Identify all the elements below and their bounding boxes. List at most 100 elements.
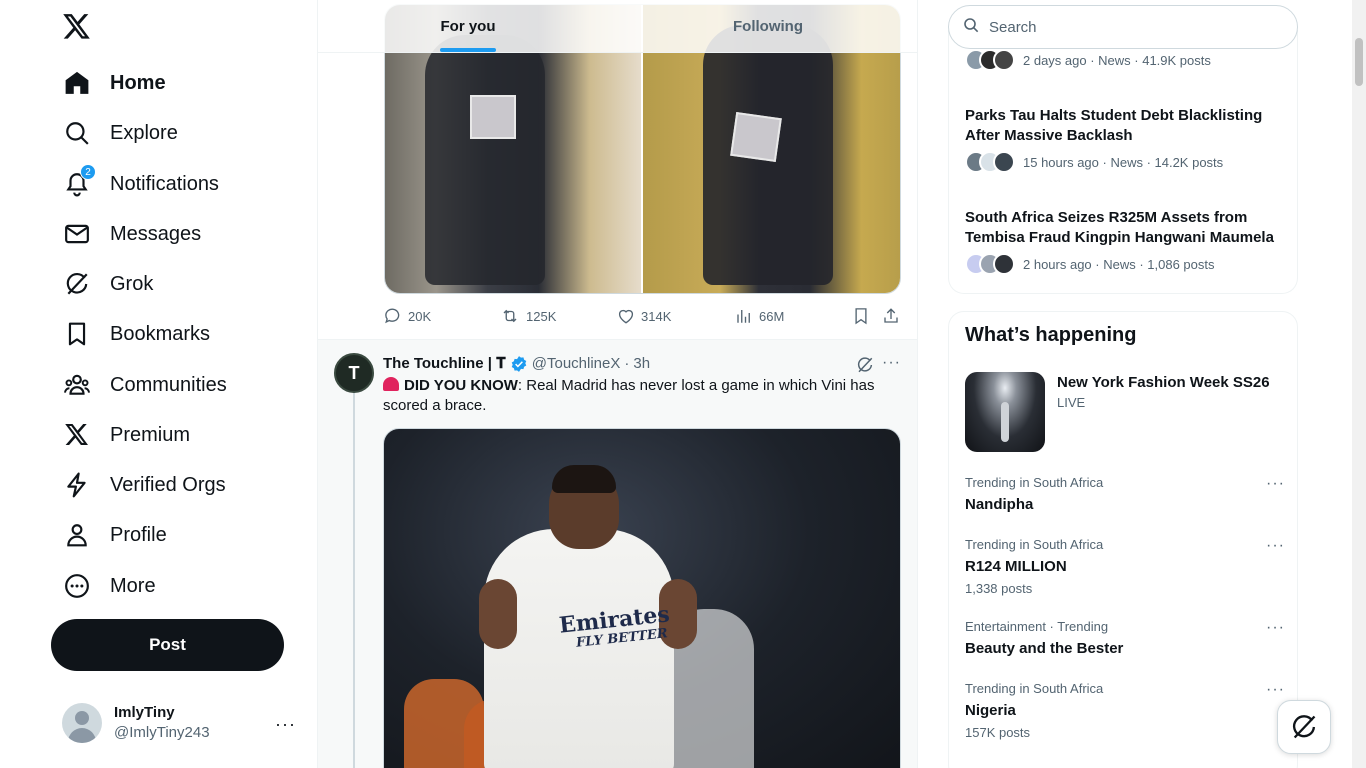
bookmark-icon: [855, 308, 867, 325]
author-name[interactable]: The Touchline | 𝐓: [383, 354, 506, 374]
event-item[interactable]: New York Fashion Week SS26 LIVE: [965, 372, 1285, 452]
more-horizontal-icon[interactable]: ···: [1266, 537, 1285, 555]
trend-posts: 157K posts: [965, 725, 1031, 740]
section-title: What’s happening: [965, 324, 1137, 346]
envelope-icon: [64, 221, 90, 247]
search-bar[interactable]: [948, 5, 1298, 49]
trend-name: Beauty and the Bester: [965, 640, 1124, 657]
avatar: [993, 151, 1015, 173]
person-icon: [64, 522, 90, 548]
more-horizontal-icon[interactable]: ···: [1266, 475, 1285, 493]
event-image: [965, 372, 1045, 452]
news-card: 2 days ago · News · 41.9K posts Parks Ta…: [948, 30, 1298, 294]
avatar: [993, 253, 1015, 275]
nav-verified-orgs[interactable]: Verified Orgs: [52, 463, 238, 507]
avatar[interactable]: T: [334, 353, 374, 393]
news-meta-text: 2 days ago · News · 41.9K posts: [1023, 52, 1211, 68]
photo-subject: [425, 35, 545, 285]
more-horizontal-icon[interactable]: ···: [882, 354, 901, 372]
home-icon: [64, 70, 90, 96]
account-text: ImlyTiny @ImlyTiny243: [114, 703, 210, 743]
trend-item[interactable]: Trending in South Africa Nandipha ···: [965, 475, 1285, 515]
tab-for-you[interactable]: For you: [318, 0, 618, 52]
account-switcher[interactable]: ImlyTiny @ImlyTiny243 ···: [52, 694, 306, 752]
tweet-text-bold: DID YOU KNOW: [404, 377, 518, 394]
tab-following[interactable]: Following: [618, 0, 917, 52]
photo-player-arm: [479, 579, 517, 649]
app-root: Home Explore 2 Notifications Messages Gr…: [0, 0, 1366, 768]
nav-label: Grok: [110, 272, 154, 295]
nav-grok[interactable]: Grok: [52, 262, 165, 306]
trend-name: Nandipha: [965, 496, 1034, 513]
more-horizontal-icon[interactable]: ···: [275, 714, 296, 735]
avatar-stack: [965, 151, 1015, 173]
notification-badge: 2: [80, 164, 96, 180]
verified-badge-icon: [511, 356, 527, 372]
trend-posts: 1,338 posts: [965, 581, 1033, 596]
nav-explore[interactable]: Explore: [52, 111, 190, 155]
account-handle: @ImlyTiny243: [114, 724, 210, 741]
nav-home[interactable]: Home: [52, 61, 178, 105]
event-title: New York Fashion Week SS26: [1057, 374, 1270, 391]
avatar: [993, 49, 1015, 71]
grok-icon: [64, 271, 90, 297]
nav-bookmarks[interactable]: Bookmarks: [52, 312, 222, 356]
reply-icon: [385, 308, 400, 324]
nav-communities[interactable]: Communities: [52, 363, 239, 407]
news-meta-text: 2 hours ago · News · 1,086 posts: [1023, 256, 1215, 272]
views-button[interactable]: 66M: [735, 307, 784, 325]
search-input[interactable]: [989, 18, 1269, 36]
more-horizontal-icon[interactable]: ···: [1266, 681, 1285, 699]
news-meta: 2 hours ago · News · 1,086 posts: [965, 252, 1285, 276]
x-logo-icon[interactable]: [60, 10, 94, 44]
news-item[interactable]: South Africa Seizes R325M Assets from Te…: [965, 208, 1285, 276]
trend-item[interactable]: Trending in South Africa Nigeria 157K po…: [965, 681, 1285, 741]
tweet-time[interactable]: 3h: [633, 354, 650, 374]
news-meta-text: 15 hours ago · News · 14.2K posts: [1023, 154, 1224, 170]
like-button[interactable]: 314K: [617, 307, 671, 325]
reply-button[interactable]: 20K: [384, 307, 431, 325]
communities-icon: [64, 372, 90, 398]
nav-label: Communities: [110, 373, 227, 396]
event-status: LIVE: [1057, 395, 1086, 410]
trend-item[interactable]: Trending in South Africa R124 MILLION 1,…: [965, 537, 1285, 597]
trend-item[interactable]: Entertainment · Trending Beauty and the …: [965, 619, 1285, 659]
nav-label: Profile: [110, 523, 167, 546]
x-logo-icon: [64, 422, 90, 448]
post-button[interactable]: Post: [51, 619, 284, 671]
search-icon: [963, 17, 979, 38]
page-scrollbar[interactable]: [1352, 0, 1366, 768]
tab-label: For you: [440, 17, 496, 35]
more-horizontal-icon[interactable]: ···: [1266, 619, 1285, 637]
nav-label: Verified Orgs: [110, 473, 226, 496]
nav-more[interactable]: More: [52, 564, 168, 608]
repost-count: 125K: [526, 308, 557, 324]
tweet-media[interactable]: Emirates FLY BETTER: [383, 428, 901, 768]
nav-label: More: [110, 574, 156, 597]
repost-icon: [503, 309, 517, 323]
photo-detail: [470, 95, 516, 139]
trend-category: Trending in South Africa: [965, 475, 1104, 490]
nav-notifications[interactable]: 2 Notifications: [52, 162, 231, 206]
trend-category: Trending in South Africa: [965, 537, 1104, 552]
news-meta: 2 days ago · News · 41.9K posts: [965, 48, 1285, 72]
news-item[interactable]: 2 days ago · News · 41.9K posts: [965, 48, 1285, 72]
grok-icon: [1292, 715, 1316, 739]
nav-profile[interactable]: Profile: [52, 513, 179, 557]
avatar-stack: [965, 253, 1015, 275]
nav-messages[interactable]: Messages: [52, 212, 213, 256]
author-handle[interactable]: @TouchlineX: [532, 354, 621, 374]
nav-premium[interactable]: Premium: [52, 413, 202, 457]
news-item[interactable]: Parks Tau Halts Student Debt Blacklistin…: [965, 106, 1285, 174]
repost-button[interactable]: 125K: [500, 307, 556, 325]
bookmark-button[interactable]: [852, 307, 876, 325]
nav-label: Bookmarks: [110, 322, 211, 345]
left-sidebar: Home Explore 2 Notifications Messages Gr…: [0, 0, 318, 768]
main-feed: For you Following 20K 125K 314K 66M T Th…: [318, 0, 918, 768]
tweet[interactable]: T The Touchline | 𝐓 @TouchlineX · 3h ···…: [318, 339, 917, 768]
scrollbar-thumb[interactable]: [1355, 38, 1363, 86]
lightning-icon: [64, 472, 90, 498]
tab-label: Following: [733, 17, 803, 35]
share-button[interactable]: [882, 307, 906, 325]
grok-floating-button[interactable]: [1277, 700, 1331, 754]
